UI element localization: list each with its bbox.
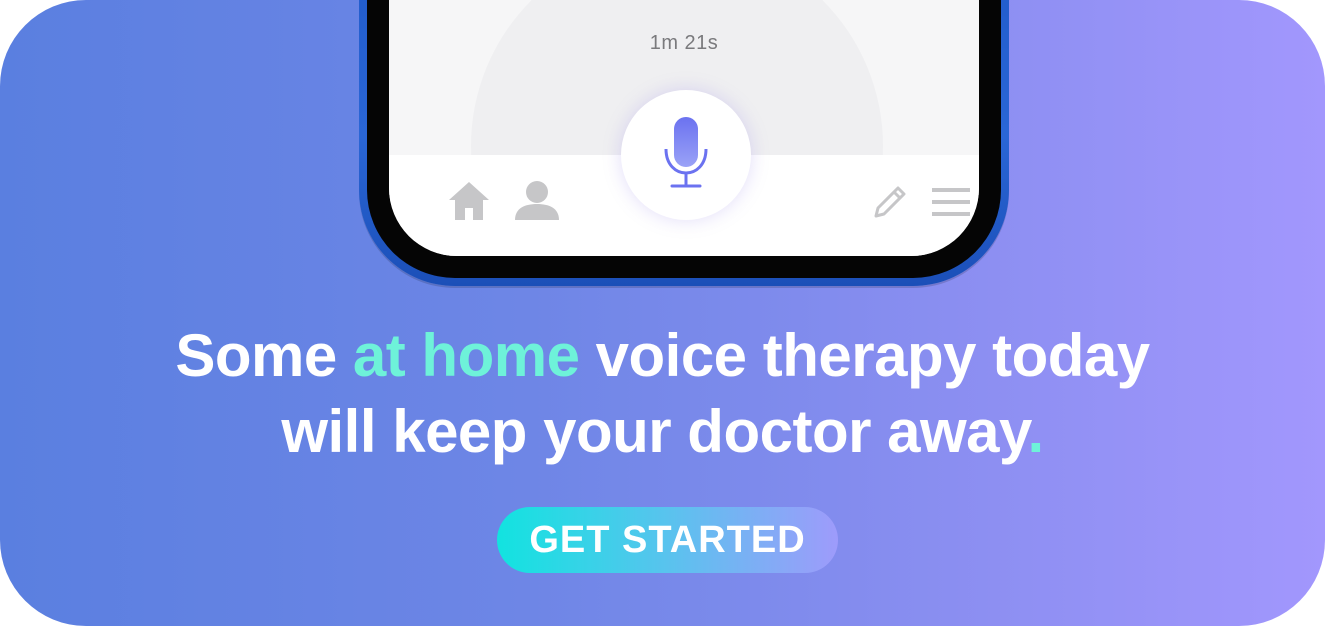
home-icon[interactable] xyxy=(447,180,491,227)
hamburger-menu-icon[interactable] xyxy=(932,188,970,221)
promo-banner: 1m 21s Some at home voice therapy today … xyxy=(0,0,1325,626)
pencil-icon[interactable] xyxy=(872,184,908,225)
headline-line-2: will keep your doctor away. xyxy=(0,394,1325,470)
phone-screen: 1m 21s xyxy=(389,0,979,256)
headline-accent: at home xyxy=(352,322,580,389)
user-icon[interactable] xyxy=(513,180,561,227)
get-started-button[interactable]: GET STARTED xyxy=(497,507,838,573)
microphone-icon xyxy=(662,115,710,196)
headline-line-1: Some at home voice therapy today xyxy=(0,318,1325,394)
headline-dot: . xyxy=(1027,398,1044,465)
headline-text: Some xyxy=(175,322,353,389)
record-button[interactable] xyxy=(621,90,751,220)
headline-text: will keep your doctor away xyxy=(281,398,1028,465)
headline: Some at home voice therapy today will ke… xyxy=(0,318,1325,470)
phone-bezel: 1m 21s xyxy=(367,0,1001,278)
headline-text: voice therapy today xyxy=(579,322,1151,389)
recording-timer: 1m 21s xyxy=(649,32,719,54)
phone-mockup: 1m 21s xyxy=(359,0,1009,286)
